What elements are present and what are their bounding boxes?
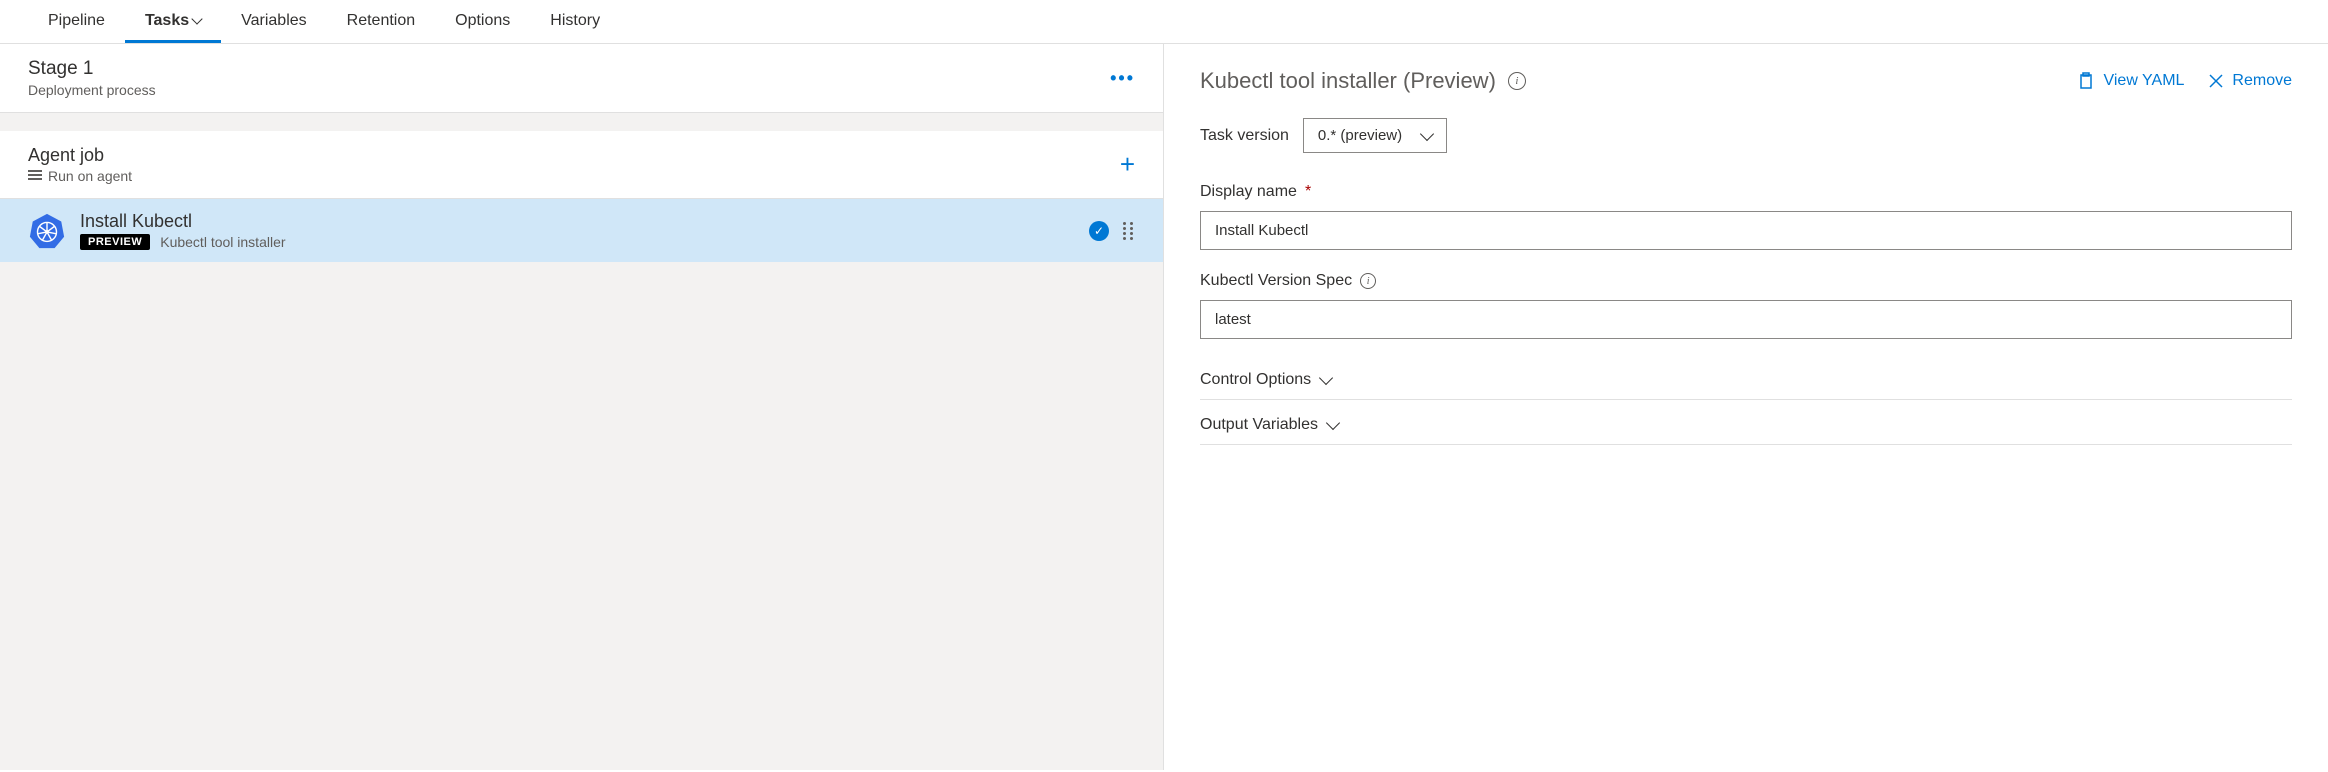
detail-title: Kubectl tool installer (Preview): [1200, 68, 1496, 94]
top-tabs: Pipeline Tasks Variables Retention Optio…: [0, 0, 2328, 44]
agent-job-row[interactable]: Agent job Run on agent +: [0, 131, 1163, 199]
output-variables-section[interactable]: Output Variables: [1200, 406, 2292, 445]
tab-tasks-label: Tasks: [145, 12, 189, 30]
remove-button[interactable]: Remove: [2208, 72, 2292, 90]
main-content: Stage 1 Deployment process ••• Agent job…: [0, 44, 2328, 770]
chevron-down-icon: [1420, 126, 1434, 140]
control-options-section[interactable]: Control Options: [1200, 361, 2292, 400]
view-yaml-button[interactable]: View YAML: [2077, 72, 2184, 90]
stage-title: Stage 1: [28, 58, 156, 80]
version-spec-label: Kubectl Version Spec: [1200, 272, 1352, 290]
version-spec-input[interactable]: [1200, 300, 2292, 339]
drag-handle-icon[interactable]: [1123, 222, 1135, 240]
chevron-down-icon: [191, 13, 202, 24]
required-indicator: *: [1305, 183, 1311, 201]
agent-job-title: Agent job: [28, 145, 132, 166]
left-pane: Stage 1 Deployment process ••• Agent job…: [0, 44, 1164, 770]
tab-history[interactable]: History: [530, 0, 620, 43]
tab-tasks[interactable]: Tasks: [125, 0, 221, 43]
task-version-label: Task version: [1200, 127, 1289, 145]
info-icon[interactable]: i: [1508, 72, 1526, 90]
clipboard-icon: [2077, 72, 2095, 90]
detail-header: Kubectl tool installer (Preview) i View …: [1200, 68, 2292, 94]
check-icon: ✓: [1089, 221, 1109, 241]
control-options-label: Control Options: [1200, 371, 1311, 389]
more-icon[interactable]: •••: [1110, 68, 1135, 89]
preview-badge: PREVIEW: [80, 234, 150, 250]
stage-subtitle: Deployment process: [28, 82, 156, 98]
right-pane: Kubectl tool installer (Preview) i View …: [1164, 44, 2328, 770]
agent-job-subtitle: Run on agent: [48, 168, 132, 184]
display-name-label: Display name: [1200, 183, 1297, 201]
output-variables-label: Output Variables: [1200, 416, 1318, 434]
server-icon: [28, 170, 42, 182]
stage-row[interactable]: Stage 1 Deployment process •••: [0, 44, 1163, 113]
chevron-down-icon: [1319, 371, 1333, 385]
tab-options[interactable]: Options: [435, 0, 530, 43]
task-title: Install Kubectl: [80, 211, 1075, 232]
info-icon[interactable]: i: [1360, 273, 1376, 289]
close-icon: [2208, 73, 2224, 89]
task-version-select[interactable]: 0.* (preview): [1303, 118, 1447, 153]
add-task-button[interactable]: +: [1120, 149, 1135, 180]
display-name-input[interactable]: [1200, 211, 2292, 250]
task-row[interactable]: Install Kubectl PREVIEW Kubectl tool ins…: [0, 199, 1163, 262]
view-yaml-label: View YAML: [2103, 72, 2184, 90]
task-version-value: 0.* (preview): [1318, 127, 1402, 144]
task-description: Kubectl tool installer: [160, 234, 285, 250]
chevron-down-icon: [1326, 416, 1340, 430]
tab-retention[interactable]: Retention: [327, 0, 436, 43]
remove-label: Remove: [2232, 72, 2292, 90]
tab-pipeline[interactable]: Pipeline: [28, 0, 125, 43]
tab-variables[interactable]: Variables: [221, 0, 327, 43]
kubernetes-icon: [28, 212, 66, 250]
